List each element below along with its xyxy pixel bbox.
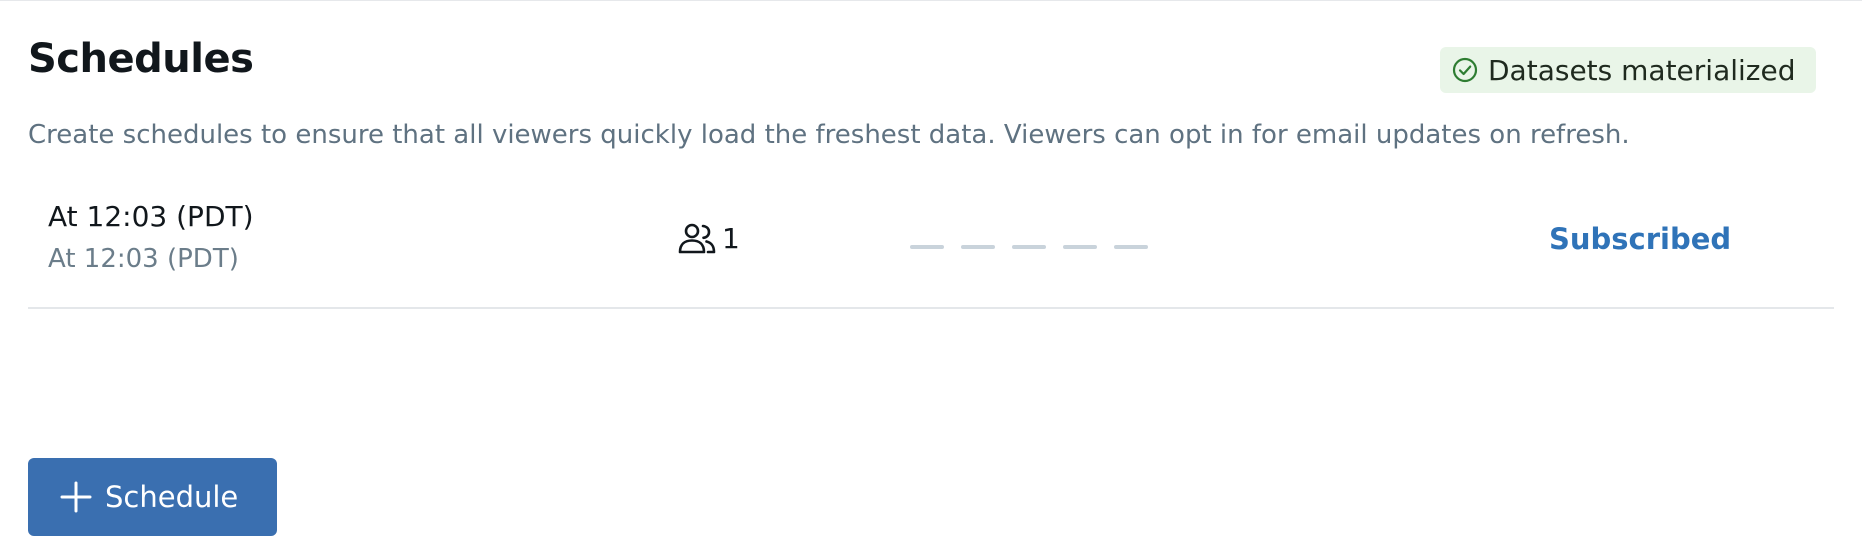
plus-icon — [59, 480, 93, 514]
history-placeholder — [1063, 245, 1097, 249]
status-badge-label: Datasets materialized — [1488, 53, 1796, 87]
history-placeholder — [961, 245, 995, 249]
check-circle-icon — [1450, 55, 1480, 85]
page-title: Schedules — [28, 36, 254, 82]
history-placeholder — [1114, 245, 1148, 249]
refresh-history — [910, 245, 1165, 249]
people-icon — [676, 221, 718, 257]
schedule-subtitle: At 12:03 (PDT) — [48, 244, 239, 274]
subscribed-button[interactable]: Subscribed — [1549, 221, 1731, 257]
status-badge: Datasets materialized — [1440, 47, 1816, 93]
description-text: Create schedules to ensure that all view… — [28, 120, 1630, 150]
add-schedule-button[interactable]: Schedule — [28, 458, 277, 536]
schedule-row[interactable]: At 12:03 (PDT) At 12:03 (PDT) 1 Subscrib… — [28, 187, 1834, 309]
history-placeholder — [1012, 245, 1046, 249]
add-schedule-label: Schedule — [105, 480, 239, 514]
schedule-title: At 12:03 (PDT) — [48, 200, 254, 233]
history-placeholder — [910, 245, 944, 249]
schedules-panel: Schedules Datasets materialized Create s… — [0, 0, 1862, 560]
subscriber-count: 1 — [722, 222, 740, 255]
subscriber-count-indicator: 1 — [676, 221, 740, 257]
